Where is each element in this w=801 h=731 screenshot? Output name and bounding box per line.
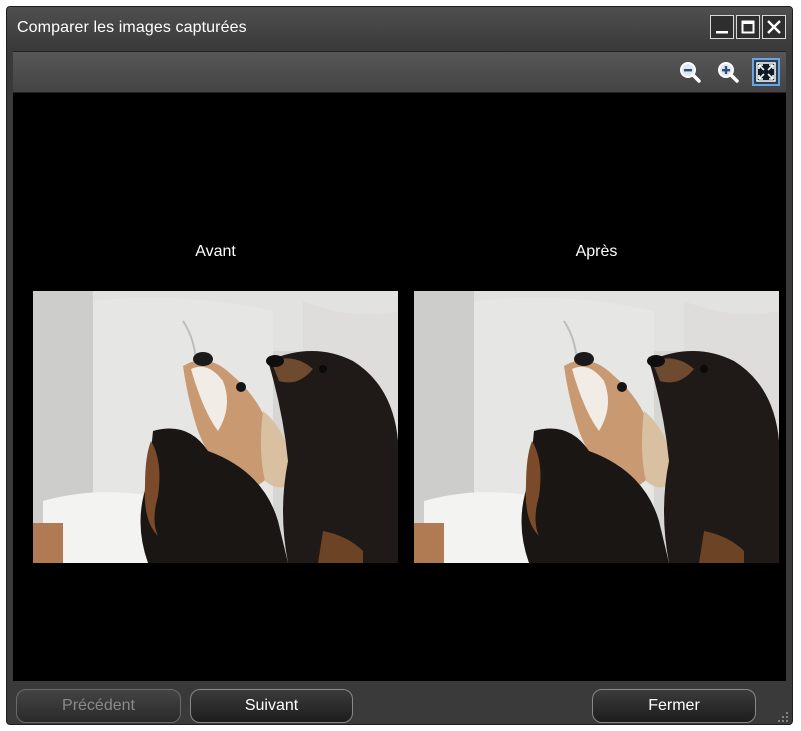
compare-window: Comparer les images capturées Avant Aprè…	[6, 6, 793, 725]
before-label: Avant	[195, 243, 236, 260]
window-controls	[710, 15, 786, 39]
view-toolbar	[13, 51, 786, 93]
after-image	[414, 291, 779, 563]
minimize-button[interactable]	[710, 15, 734, 39]
dialog-footer: Précédent Suivant Fermer	[7, 681, 792, 724]
next-button[interactable]: Suivant	[190, 689, 353, 723]
fit-to-window-button[interactable]	[752, 58, 780, 86]
zoom-out-icon	[680, 62, 701, 83]
zoom-in-button[interactable]	[714, 58, 742, 86]
before-image	[33, 291, 398, 563]
maximize-button[interactable]	[736, 15, 760, 39]
comparison-viewer: Avant Après	[13, 93, 786, 681]
zoom-tools	[676, 58, 780, 86]
after-label: Après	[575, 243, 618, 260]
window-title: Comparer les images capturées	[17, 19, 247, 36]
close-icon	[767, 20, 781, 34]
zoom-out-button[interactable]	[676, 58, 704, 86]
maximize-icon	[741, 20, 755, 34]
title-bar[interactable]: Comparer les images capturées	[7, 7, 792, 47]
fit-to-window-icon	[756, 62, 776, 82]
previous-button[interactable]: Précédent	[16, 689, 181, 723]
resize-grip-icon[interactable]	[777, 711, 789, 723]
zoom-in-icon	[718, 62, 739, 83]
close-button[interactable]	[762, 15, 786, 39]
close-dialog-button[interactable]: Fermer	[592, 689, 756, 723]
minimize-icon	[716, 31, 728, 34]
dogs-photo	[414, 291, 779, 563]
dogs-photo	[33, 291, 398, 563]
